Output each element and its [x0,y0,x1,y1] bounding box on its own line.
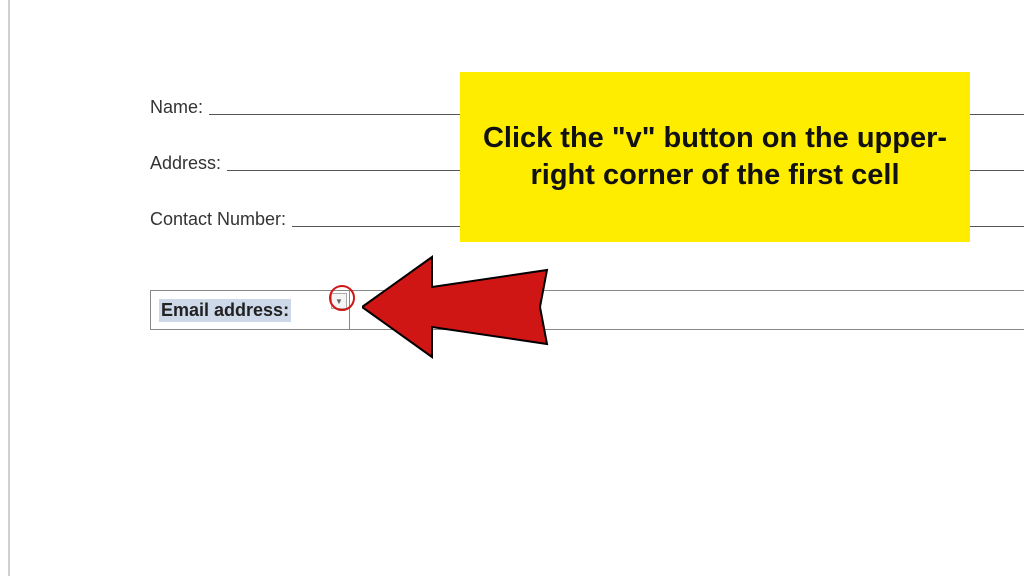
chevron-down-icon: ▼ [335,297,343,306]
email-table: Email address: ▼ [150,290,1024,330]
email-cell[interactable]: Email address: ▼ [150,291,350,329]
instruction-text: Click the "v" button on the upper-right … [482,120,948,194]
cell-dropdown-button[interactable]: ▼ [331,293,347,309]
contact-label: Contact Number: [150,209,292,230]
instruction-callout: Click the "v" button on the upper-right … [460,72,970,242]
email-value-cell[interactable] [350,291,1024,329]
address-label: Address: [150,153,227,174]
name-label: Name: [150,97,209,118]
page-left-edge [8,0,10,576]
email-cell-label: Email address: [159,299,291,322]
